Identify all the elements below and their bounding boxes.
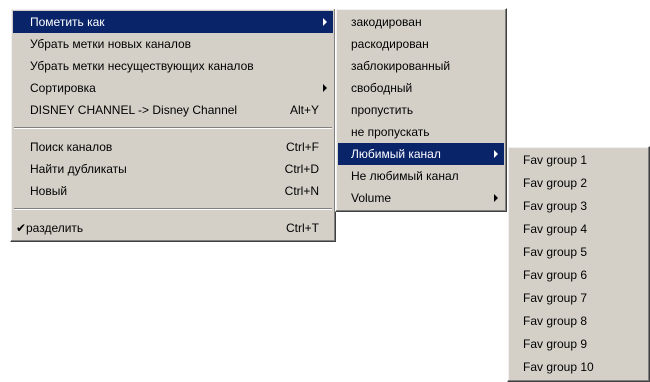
menu-item-favorite-channel[interactable]: Любимый канал — [338, 143, 504, 165]
menu-item-find-duplicates[interactable]: Найти дубликаты Ctrl+D — [13, 158, 333, 180]
menu-item-label: Fav group 5 — [523, 245, 588, 259]
menu-item-label: Fav group 7 — [523, 291, 588, 305]
menu-separator — [14, 127, 332, 129]
menu-item-sort[interactable]: Сортировка — [13, 77, 333, 99]
menu-item-label: Fav group 1 — [523, 153, 588, 167]
menu-item-fav-group-1[interactable]: Fav group 1 — [510, 149, 647, 172]
menu-separator — [14, 208, 332, 210]
menu-item-label: Fav group 10 — [523, 360, 594, 374]
menu-item-fav-group-8[interactable]: Fav group 8 — [510, 310, 647, 333]
context-menu: Пометить как Убрать метки новых каналов … — [10, 8, 336, 242]
menu-item-fav-group-7[interactable]: Fav group 7 — [510, 287, 647, 310]
menu-item-label: Сортировка — [30, 81, 96, 95]
menu-item-label: разделить — [26, 221, 84, 235]
menu-item-clear-nonexistent-marks[interactable]: Убрать метки несуществующих каналов — [13, 55, 333, 77]
menu-item-label: закодирован — [351, 15, 422, 29]
menu-item-label: Не любимый канал — [351, 169, 459, 183]
menu-item-fav-group-9[interactable]: Fav group 9 — [510, 333, 647, 356]
menu-item-label: Новый — [30, 184, 68, 198]
menu-item-label: Fav group 2 — [523, 176, 588, 190]
menu-item-split[interactable]: ✔ разделить Ctrl+T — [13, 217, 333, 239]
menu-item-label: Fav group 9 — [523, 337, 588, 351]
menu-item-decoded[interactable]: раскодирован — [338, 33, 504, 55]
menu-item-label: Пометить как — [30, 15, 105, 29]
fav-group-submenu: Fav group 1 Fav group 2 Fav group 3 Fav … — [507, 146, 650, 382]
mark-as-submenu: закодирован раскодирован заблокированный… — [335, 8, 507, 212]
menu-item-fav-group-4[interactable]: Fav group 4 — [510, 218, 647, 241]
menu-item-encoded[interactable]: закодирован — [338, 11, 504, 33]
menu-item-label: Volume — [351, 191, 392, 205]
menu-item-label: Убрать метки несуществующих каналов — [30, 59, 254, 73]
menu-item-label: пропустить — [351, 103, 414, 117]
menu-item-label: Любимый канал — [351, 147, 441, 161]
menu-item-shortcut: Ctrl+D — [284, 162, 319, 176]
menu-item-fav-group-6[interactable]: Fav group 6 — [510, 264, 647, 287]
menu-item-label: Fav group 8 — [523, 314, 588, 328]
menu-item-label: Fav group 3 — [523, 199, 588, 213]
menu-item-skip[interactable]: пропустить — [338, 99, 504, 121]
menu-item-new[interactable]: Новый Ctrl+N — [13, 180, 333, 202]
menu-item-fav-group-5[interactable]: Fav group 5 — [510, 241, 647, 264]
menu-item-dont-skip[interactable]: не пропускать — [338, 121, 504, 143]
menu-item-label: DISNEY CHANNEL -> Disney Channel — [30, 103, 238, 117]
menu-item-label: Найти дубликаты — [30, 162, 127, 176]
menu-item-shortcut: Ctrl+F — [286, 140, 319, 154]
menu-item-label: заблокированный — [351, 59, 451, 73]
menu-item-fav-group-2[interactable]: Fav group 2 — [510, 172, 647, 195]
menu-item-shortcut: Alt+Y — [289, 103, 319, 117]
menu-item-not-favorite-channel[interactable]: Не любимый канал — [338, 165, 504, 187]
menu-item-free[interactable]: свободный — [338, 77, 504, 99]
menu-item-volume[interactable]: Volume — [338, 187, 504, 209]
menu-item-fav-group-10[interactable]: Fav group 10 — [510, 356, 647, 379]
menu-item-fav-group-3[interactable]: Fav group 3 — [510, 195, 647, 218]
checkmark-icon: ✔ — [16, 221, 27, 235]
submenu-arrow-icon — [323, 18, 327, 26]
menu-item-label: Fav group 4 — [523, 222, 588, 236]
menu-item-search-channels[interactable]: Поиск каналов Ctrl+F — [13, 136, 333, 158]
menu-item-label: Fav group 6 — [523, 268, 588, 282]
menu-item-shortcut: Ctrl+N — [284, 184, 319, 198]
menu-item-label: Убрать метки новых каналов — [30, 37, 192, 51]
menu-item-locked[interactable]: заблокированный — [338, 55, 504, 77]
menu-item-shortcut: Ctrl+T — [286, 221, 319, 235]
menu-item-mark-as[interactable]: Пометить как — [13, 11, 333, 33]
submenu-arrow-icon — [494, 150, 498, 158]
menu-item-label: раскодирован — [351, 37, 429, 51]
menu-item-clear-new-marks[interactable]: Убрать метки новых каналов — [13, 33, 333, 55]
submenu-arrow-icon — [494, 194, 498, 202]
menu-item-label: Поиск каналов — [30, 140, 113, 154]
menu-item-label: не пропускать — [351, 125, 430, 139]
menu-item-rename-disney[interactable]: DISNEY CHANNEL -> Disney Channel Alt+Y — [13, 99, 333, 121]
menu-item-label: свободный — [351, 81, 413, 95]
submenu-arrow-icon — [323, 84, 327, 92]
